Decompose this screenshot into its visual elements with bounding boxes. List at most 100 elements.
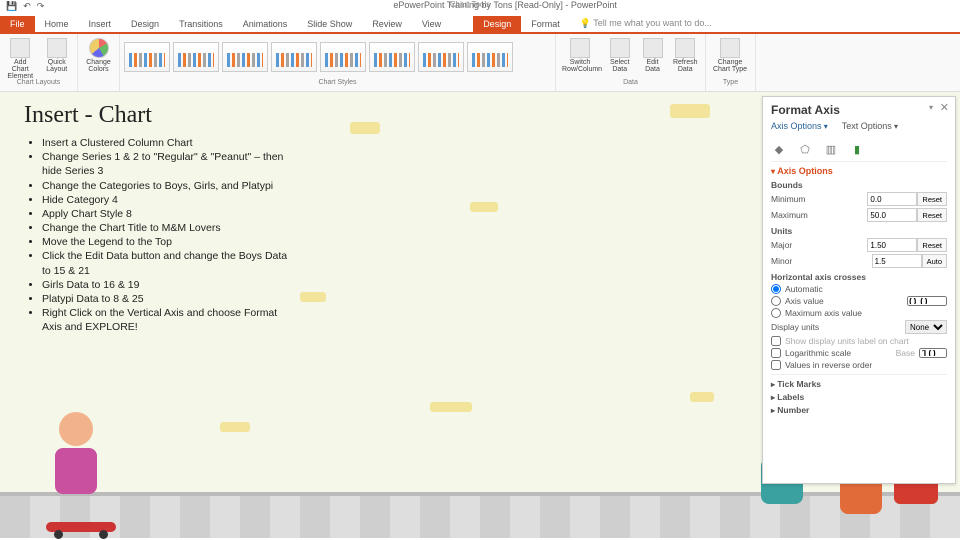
crosses-label: Horizontal axis crosses — [771, 272, 947, 282]
crosses-axisval-radio[interactable] — [771, 296, 781, 306]
crosses-max-radio[interactable] — [771, 308, 781, 318]
reverse-order-label: Values in reverse order — [785, 360, 872, 370]
decoration — [220, 422, 250, 432]
units-minor-label: Minor — [771, 256, 792, 266]
tab-transitions[interactable]: Transitions — [169, 16, 233, 32]
ground-illustration — [0, 492, 960, 538]
axis-options-tab[interactable]: Axis Options — [771, 121, 828, 131]
log-scale-checkbox[interactable] — [771, 348, 781, 358]
switch-row-column-label: Switch Row/Column — [562, 59, 598, 73]
chart-tools-label: Chart Tools — [430, 0, 510, 9]
tab-home[interactable]: Home — [35, 16, 79, 32]
change-chart-type-label: Change Chart Type — [712, 59, 748, 73]
pane-expand-icon[interactable]: ▾ — [929, 103, 933, 112]
axis-options-icon[interactable]: ▮ — [849, 141, 865, 157]
decoration — [470, 202, 498, 212]
bounds-max-reset[interactable]: Reset — [917, 208, 947, 222]
show-display-units-checkbox[interactable] — [771, 336, 781, 346]
switch-row-column-button[interactable]: Switch Row/Column — [560, 36, 600, 75]
ribbon-tabs: File Home Insert Design Transitions Anim… — [0, 12, 960, 32]
chart-style-3[interactable] — [222, 42, 268, 72]
redo-icon[interactable]: ↷ — [37, 1, 45, 12]
tell-me-search[interactable]: 💡 Tell me what you want to do... — [570, 15, 960, 32]
chart-style-5[interactable] — [320, 42, 366, 72]
chart-style-7[interactable] — [418, 42, 464, 72]
bullet-item: Click the Edit Data button and change th… — [42, 249, 298, 277]
kid-illustration — [36, 412, 116, 532]
slide-canvas: Insert - Chart Insert a Clustered Column… — [0, 92, 960, 538]
crosses-axisval-label: Axis value — [785, 296, 824, 306]
labels-section[interactable]: Labels — [771, 392, 947, 402]
tab-chart-format[interactable]: Format — [521, 16, 570, 32]
size-properties-icon[interactable]: ▥ — [823, 141, 839, 157]
quick-layout-label: Quick Layout — [43, 59, 72, 73]
quick-layout-button[interactable]: Quick Layout — [41, 36, 74, 75]
refresh-data-button[interactable]: Refresh Data — [670, 36, 702, 75]
type-group-label: Type — [710, 79, 751, 89]
change-chart-type-button[interactable]: Change Chart Type — [710, 36, 750, 75]
save-icon[interactable]: 💾 — [6, 1, 17, 12]
tell-me-placeholder: Tell me what you want to do... — [593, 18, 712, 28]
undo-icon[interactable]: ↶ — [23, 1, 31, 12]
select-data-button[interactable]: Select Data — [604, 36, 636, 75]
tab-insert[interactable]: Insert — [79, 16, 122, 32]
axis-options-section[interactable]: Axis Options — [771, 166, 947, 176]
tab-file[interactable]: File — [0, 16, 35, 32]
bullet-item: Move the Legend to the Top — [42, 235, 298, 249]
bullet-item: Change the Chart Title to M&M Lovers — [42, 221, 298, 235]
reverse-order-checkbox[interactable] — [771, 360, 781, 370]
number-section[interactable]: Number — [771, 405, 947, 415]
units-major-reset[interactable]: Reset — [917, 238, 947, 252]
add-chart-element-label: Add Chart Element — [6, 59, 35, 80]
bullet-item: Girls Data to 16 & 19 — [42, 278, 298, 292]
text-options-tab[interactable]: Text Options — [842, 121, 898, 131]
edit-data-button[interactable]: Edit Data — [640, 36, 666, 75]
chart-style-4[interactable] — [271, 42, 317, 72]
format-axis-pane: ▾ ✕ Format Axis Axis Options Text Option… — [762, 96, 956, 484]
tab-view[interactable]: View — [412, 16, 451, 32]
crosses-axisval-input[interactable] — [907, 296, 947, 306]
tab-chart-design[interactable]: Design — [473, 16, 521, 32]
chart-style-8[interactable] — [467, 42, 513, 72]
bounds-max-label: Maximum — [771, 210, 808, 220]
log-base-input[interactable] — [919, 348, 947, 358]
tab-review[interactable]: Review — [362, 16, 412, 32]
bounds-min-input[interactable] — [867, 192, 917, 206]
bounds-max-input[interactable] — [867, 208, 917, 222]
tab-animations[interactable]: Animations — [233, 16, 298, 32]
change-colors-button[interactable]: Change Colors — [82, 36, 115, 75]
pane-title: Format Axis — [771, 103, 947, 117]
quick-access-toolbar: 💾 ↶ ↷ — [0, 0, 50, 12]
data-group-label: Data — [560, 79, 701, 89]
crosses-auto-radio[interactable] — [771, 284, 781, 294]
close-icon[interactable]: ✕ — [940, 101, 949, 114]
chart-styles-gallery — [124, 36, 544, 78]
bullet-item: Right Click on the Vertical Axis and cho… — [42, 306, 298, 334]
tick-marks-section[interactable]: Tick Marks — [771, 379, 947, 389]
decoration — [690, 392, 714, 402]
chart-style-6[interactable] — [369, 42, 415, 72]
fill-line-icon[interactable]: ◆ — [771, 141, 787, 157]
ribbon: Add Chart Element Quick Layout Chart Lay… — [0, 34, 960, 92]
bullet-item: Change the Categories to Boys, Girls, an… — [42, 179, 298, 193]
bullet-item: Hide Category 4 — [42, 193, 298, 207]
crosses-max-label: Maximum axis value — [785, 308, 862, 318]
chart-style-2[interactable] — [173, 42, 219, 72]
chart-style-1[interactable] — [124, 42, 170, 72]
units-minor-auto[interactable]: Auto — [922, 254, 947, 268]
tab-design[interactable]: Design — [121, 16, 169, 32]
base-label: Base — [896, 348, 915, 358]
display-units-label: Display units — [771, 322, 819, 332]
bullet-item: Apply Chart Style 8 — [42, 207, 298, 221]
bounds-min-reset[interactable]: Reset — [917, 192, 947, 206]
units-minor-input[interactable] — [872, 254, 922, 268]
select-data-label: Select Data — [606, 59, 634, 73]
tab-slideshow[interactable]: Slide Show — [297, 16, 362, 32]
units-major-input[interactable] — [867, 238, 917, 252]
add-chart-element-button[interactable]: Add Chart Element — [4, 36, 37, 82]
effects-icon[interactable]: ⬠ — [797, 141, 813, 157]
bullet-item: Change Series 1 & 2 to "Regular" & "Pean… — [42, 150, 298, 178]
slide-bullet-list: Insert a Clustered Column Chart Change S… — [28, 136, 298, 334]
bullet-item: Platypi Data to 8 & 25 — [42, 292, 298, 306]
display-units-select[interactable]: None — [905, 320, 947, 334]
